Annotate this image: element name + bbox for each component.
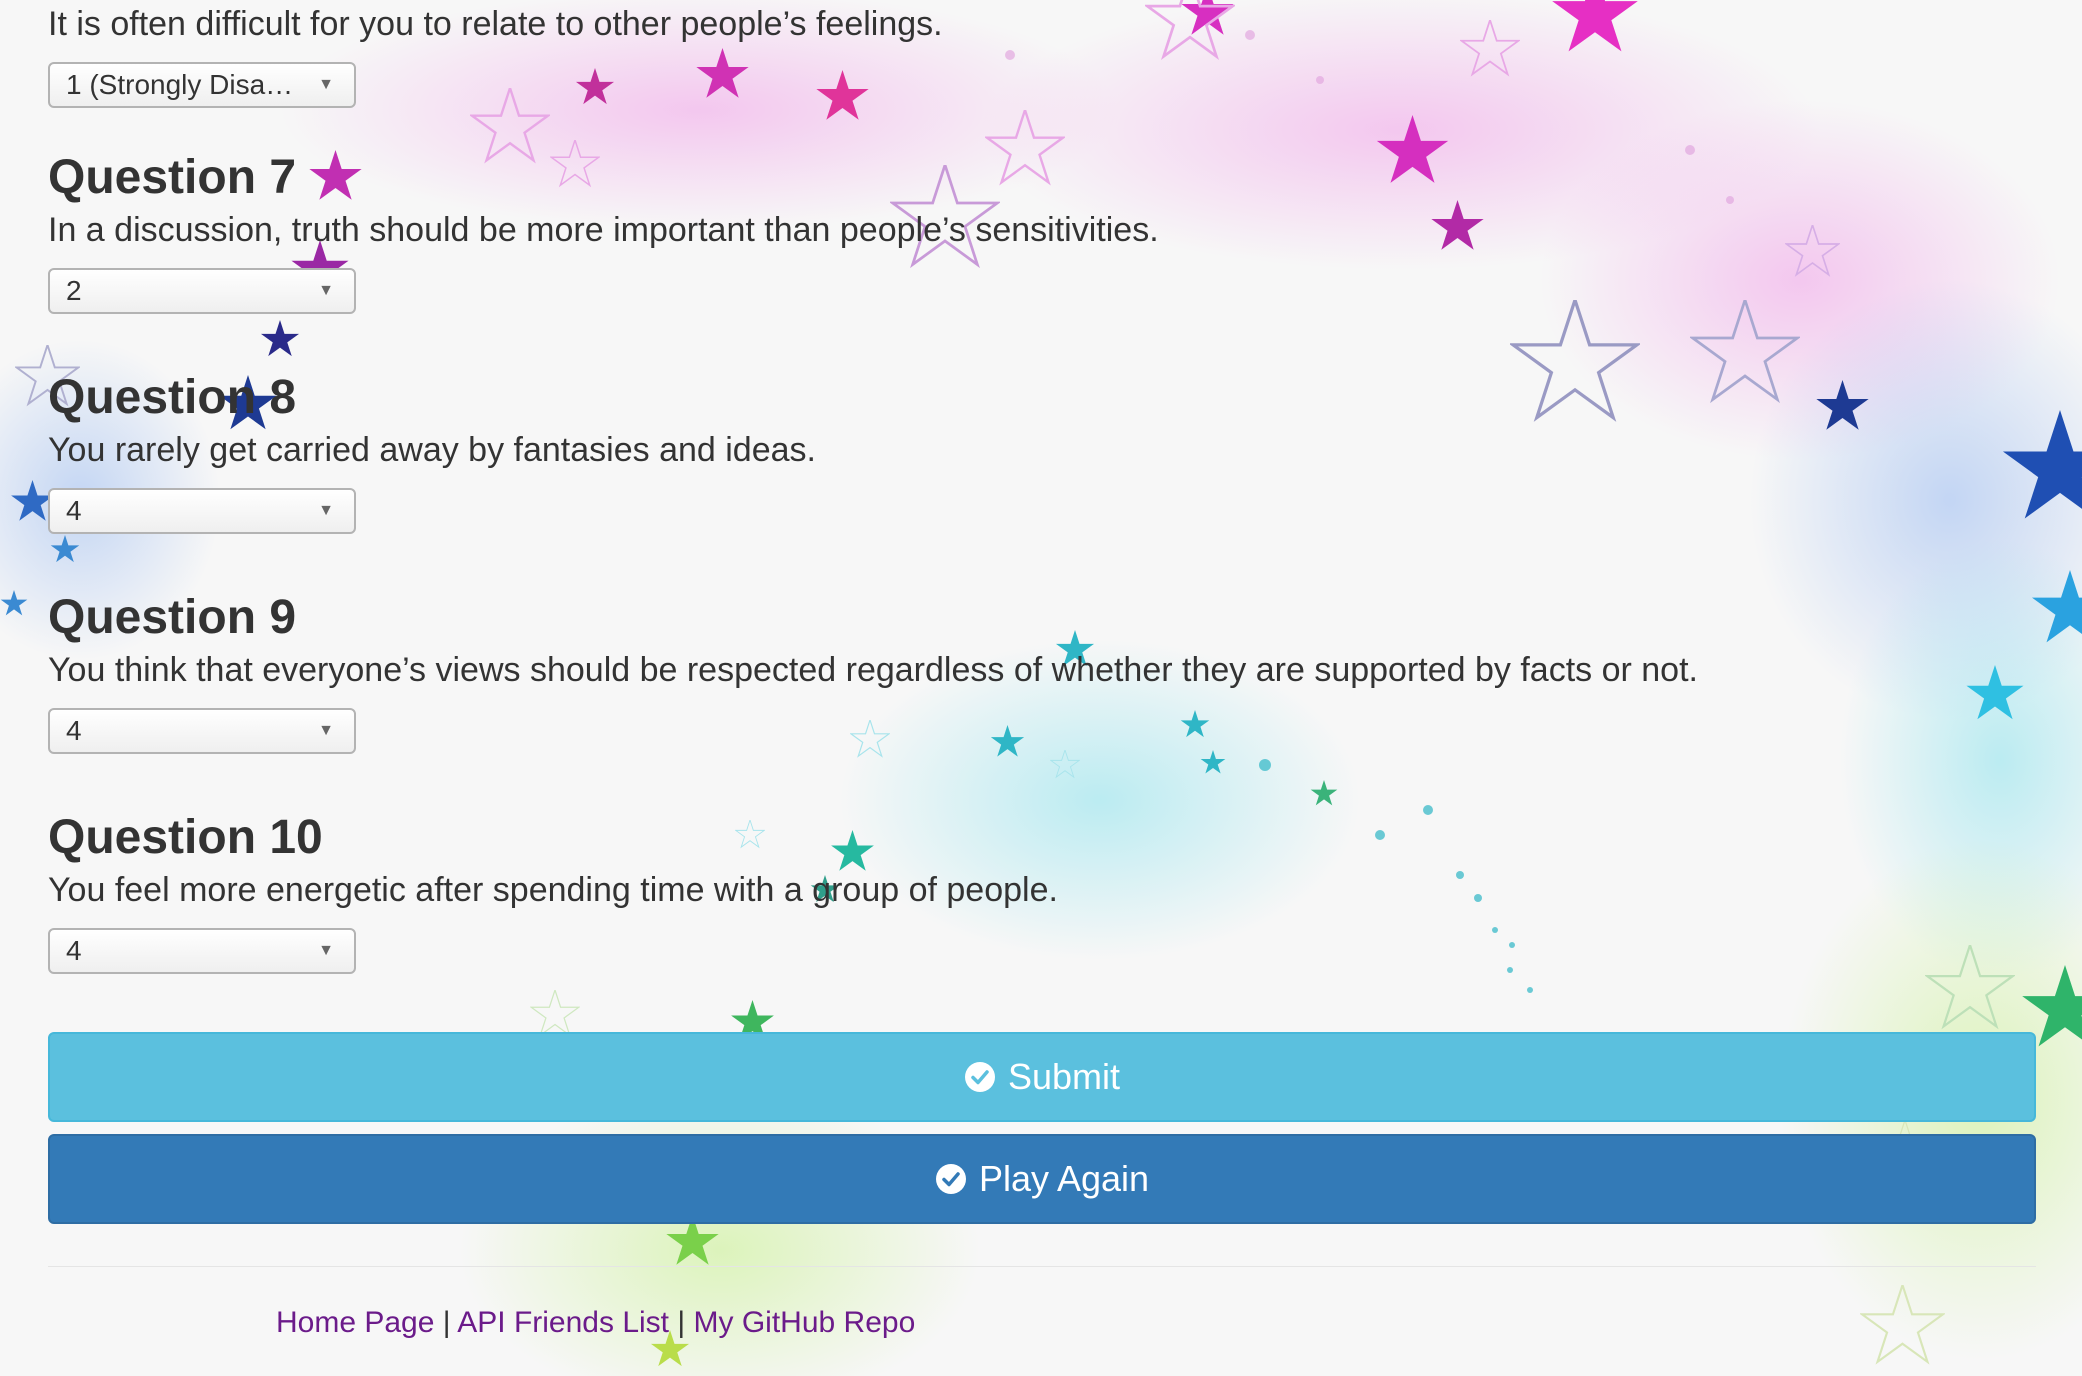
caret-down-icon: ▼ — [318, 502, 334, 519]
submit-button[interactable]: Submit — [48, 1032, 2036, 1122]
question-9-selected: 4 — [66, 715, 82, 746]
question-9: Question 9 You think that everyone’s vie… — [48, 588, 2036, 754]
question-8-select[interactable]: 4 ▼ — [48, 488, 356, 534]
check-circle-icon — [935, 1163, 967, 1195]
question-10-select[interactable]: 4 ▼ — [48, 928, 356, 974]
footer: Home Page | API Friends List | My GitHub… — [276, 1306, 915, 1340]
question-10: Question 10 You feel more energetic afte… — [48, 808, 2036, 974]
caret-down-icon: ▼ — [318, 722, 334, 739]
submit-button-label: Submit — [1007, 1056, 1121, 1097]
caret-down-icon: ▼ — [318, 942, 334, 959]
question-6-selected: 1 (Strongly Disa… — [66, 69, 294, 100]
footer-separator: | — [442, 1306, 451, 1339]
question-7-selected: 2 — [66, 275, 82, 306]
question-7-heading: Question 7 — [48, 151, 297, 204]
footer-separator: | — [677, 1306, 686, 1339]
question-6-text: It is often difficult for you to relate … — [48, 5, 943, 43]
footer-link-github[interactable]: My GitHub Repo — [694, 1306, 916, 1339]
footer-link-home[interactable]: Home Page — [276, 1306, 434, 1339]
question-9-heading: Question 9 — [48, 591, 297, 644]
question-6: It is often difficult for you to relate … — [48, 2, 2036, 108]
question-7: Question 7 In a discussion, truth should… — [48, 148, 2036, 314]
question-7-text: In a discussion, truth should be more im… — [48, 211, 1159, 249]
question-8-selected: 4 — [66, 495, 82, 526]
question-7-select[interactable]: 2 ▼ — [48, 268, 356, 314]
question-9-text: You think that everyone’s views should b… — [48, 651, 1698, 689]
footer-divider — [48, 1266, 2036, 1267]
caret-down-icon: ▼ — [318, 76, 334, 93]
question-8-heading: Question 8 — [48, 371, 297, 424]
play-again-button-label: Play Again — [978, 1158, 1150, 1199]
question-8: Question 8 You rarely get carried away b… — [48, 368, 2036, 534]
question-10-text: You feel more energetic after spending t… — [48, 871, 1058, 909]
question-10-heading: Question 10 — [48, 811, 323, 864]
question-6-select[interactable]: 1 (Strongly Disa… ▼ — [48, 62, 356, 108]
check-circle-icon — [964, 1061, 996, 1093]
play-again-button[interactable]: Play Again — [48, 1134, 2036, 1224]
question-10-selected: 4 — [66, 935, 82, 966]
caret-down-icon: ▼ — [318, 282, 334, 299]
question-9-select[interactable]: 4 ▼ — [48, 708, 356, 754]
footer-link-api-friends[interactable]: API Friends List — [457, 1306, 669, 1339]
question-8-text: You rarely get carried away by fantasies… — [48, 431, 816, 469]
